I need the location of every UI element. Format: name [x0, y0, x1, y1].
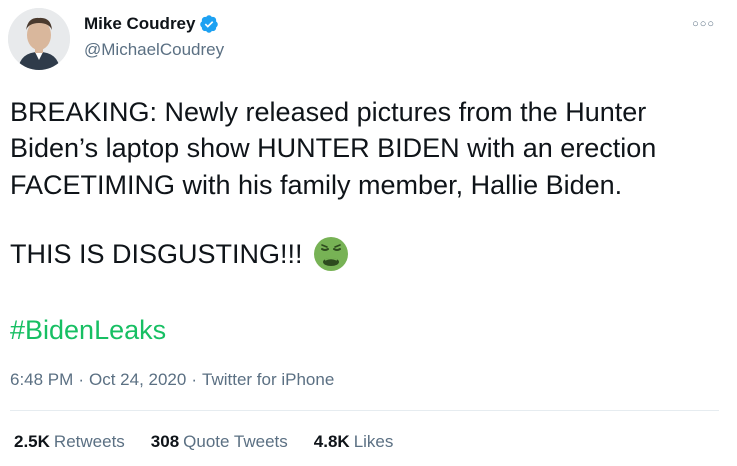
quote-tweets-stat[interactable]: 308 Quote Tweets	[151, 432, 288, 452]
nauseated-face-icon	[313, 236, 349, 272]
tweet-source[interactable]: Twitter for iPhone	[202, 370, 334, 390]
tweet-text-line: BREAKING: Newly released pictures from t…	[10, 97, 647, 127]
tweet-date[interactable]: Oct 24, 2020	[89, 370, 186, 390]
tweet-stats: 2.5K Retweets 308 Quote Tweets 4.8K Likes	[14, 432, 419, 452]
tweet-emphasis-text: THIS IS DISGUSTING!!!	[10, 239, 303, 269]
likes-label: Likes	[353, 432, 394, 451]
likes-stat[interactable]: 4.8K Likes	[314, 432, 394, 452]
more-options-icon[interactable]: ○○○	[692, 18, 715, 30]
meta-separator: ·	[191, 370, 197, 389]
hashtag-link[interactable]: #BidenLeaks	[10, 312, 166, 348]
display-name[interactable]: Mike Coudrey	[84, 14, 195, 34]
verified-badge-icon	[199, 14, 219, 34]
tweet-emphasis-row: THIS IS DISGUSTING!!!	[10, 236, 349, 272]
avatar[interactable]	[8, 8, 70, 70]
tweet-time[interactable]: 6:48 PM	[10, 370, 73, 390]
retweets-stat[interactable]: 2.5K Retweets	[14, 432, 125, 452]
meta-separator: ·	[78, 370, 84, 389]
profile-photo	[8, 8, 70, 70]
tweet-text-line: Biden’s laptop show HUNTER BIDEN with an…	[10, 133, 657, 163]
retweets-count: 2.5K	[14, 432, 50, 451]
quote-tweets-count: 308	[150, 432, 180, 451]
tweet-text-line: FACETIMING with his family member, Halli…	[10, 170, 623, 200]
retweets-label: Retweets	[53, 432, 125, 451]
likes-count: 4.8K	[313, 432, 350, 451]
quote-tweets-label: Quote Tweets	[183, 432, 288, 451]
user-handle[interactable]: @MichaelCoudrey	[84, 40, 224, 60]
tweet-meta: 6:48 PM · Oct 24, 2020 · Twitter for iPhone	[10, 370, 334, 390]
tweet-card: Mike Coudrey @MichaelCoudrey ○○○ BREAKIN…	[0, 0, 737, 466]
divider	[10, 410, 719, 411]
author-name-row[interactable]: Mike Coudrey	[84, 14, 219, 34]
